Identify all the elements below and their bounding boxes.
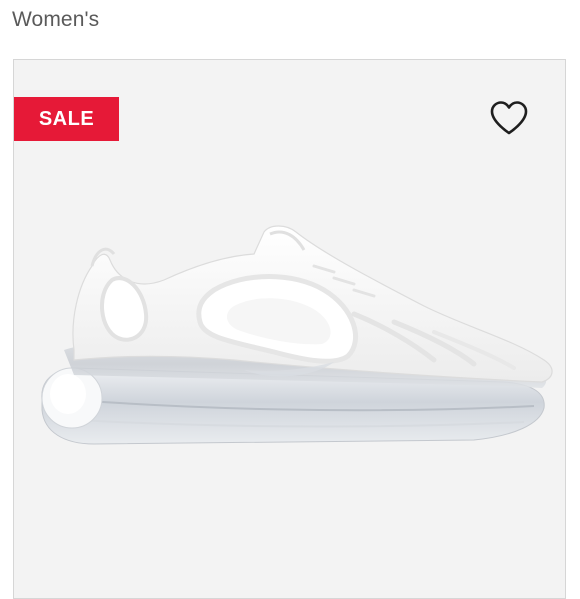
sneaker-image [41, 225, 553, 445]
product-card[interactable]: SALE [13, 59, 566, 599]
sale-badge: SALE [14, 97, 119, 141]
category-label: Women's [12, 8, 100, 31]
wishlist-button[interactable] [489, 100, 529, 136]
heart-icon [490, 101, 528, 135]
